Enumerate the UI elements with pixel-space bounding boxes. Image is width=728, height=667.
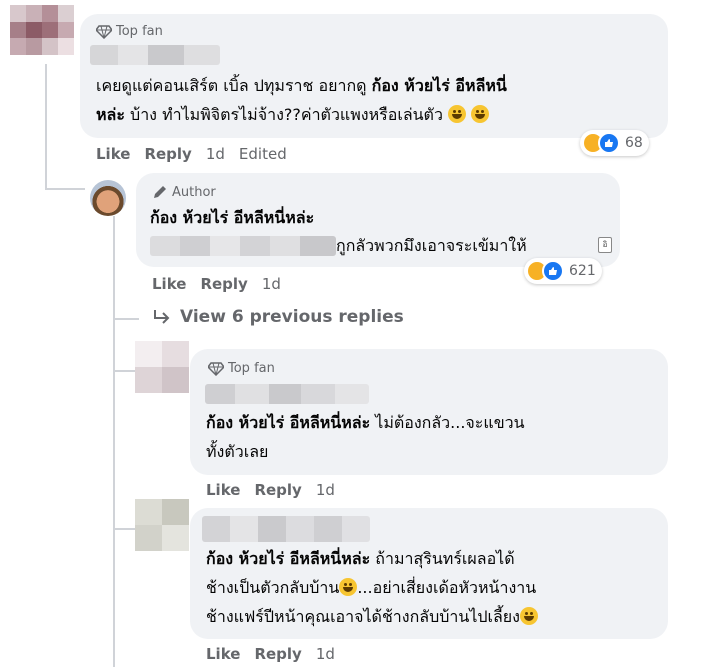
timestamp[interactable]: 1d — [316, 481, 335, 499]
top-fan-badge: Top fan — [96, 24, 163, 39]
diamond-icon — [208, 361, 224, 376]
avatar[interactable] — [135, 341, 189, 393]
thread-line-sub — [113, 216, 115, 667]
comment-text-line-1: เคยดูแต่คอนเสิร์ต เบิ้ล ปทุมราช อยากดู ก… — [96, 76, 507, 95]
like-button[interactable]: Like — [206, 645, 240, 663]
reaction-summary[interactable]: 68 — [580, 130, 649, 156]
like-button[interactable]: Like — [206, 481, 240, 499]
pencil-icon — [154, 186, 166, 198]
thread-line — [45, 64, 47, 189]
mention-link[interactable]: ก้อง ห้วยไร่ อีหลีหนี่หล่ะ — [206, 549, 370, 568]
comment-text-line-3: ช้างแฟร์ปีหน้าคุณเอาจได้ช้างกลับบ้านไปเล… — [206, 603, 538, 630]
comment-actions: Like Reply 1d Edited — [96, 145, 287, 163]
comment-text: กูกลัวพวกมึงเอาจระเข้มาให้ — [336, 236, 527, 255]
comment-text-line-1: ก้อง ห้วยไร่ อีหลีหนี่หล่ะ ไม่ต้องกลัว..… — [206, 413, 525, 432]
avatar[interactable] — [135, 499, 189, 551]
smile-emoji-icon — [519, 607, 538, 625]
reply-arrow-icon — [154, 310, 170, 324]
author-name-blurred[interactable] — [202, 516, 370, 542]
reply-button[interactable]: Reply — [144, 145, 191, 163]
sticker-icon: อิ — [598, 237, 612, 253]
like-button[interactable]: Like — [96, 145, 130, 163]
smile-emoji-icon — [339, 578, 358, 596]
badge-label: Top fan — [228, 361, 275, 376]
comment-text-line-2: หล่ะ บ้าง ทำไมพิจิตรไม่จ้าง??ค่าตัวแพงหร… — [96, 101, 490, 128]
mention-blurred — [150, 236, 336, 256]
mention-link[interactable]: ก้อง ห้วยไร่ อีหลีหนี่หล่ะ — [206, 413, 370, 432]
view-replies-label: View 6 previous replies — [180, 307, 404, 327]
timestamp[interactable]: 1d — [316, 645, 335, 663]
comment-actions: Like Reply 1d — [206, 645, 335, 663]
reaction-count: 621 — [569, 263, 596, 279]
timestamp[interactable]: 1d — [262, 275, 281, 293]
like-button[interactable]: Like — [152, 275, 186, 293]
comment-actions: Like Reply 1d — [206, 481, 335, 499]
reply-button[interactable]: Reply — [254, 481, 301, 499]
comment-actions: Like Reply 1d — [152, 275, 281, 293]
mention-link[interactable]: ก้อง ห้วยไร่ อีหลีหนี่ — [372, 76, 507, 95]
author-avatar[interactable] — [90, 180, 126, 216]
thread-curve-sub-3 — [113, 528, 135, 530]
reaction-summary[interactable]: 621 — [524, 258, 602, 284]
reaction-count: 68 — [625, 135, 643, 151]
author-name-blurred[interactable] — [90, 45, 220, 65]
thread-curve — [45, 188, 85, 190]
comment-text-line-2: ช้างเป็นตัวกลับบ้าน ...อย่าเสี่ยงเด้อหัวห… — [206, 578, 537, 597]
badge-label: Author — [172, 184, 216, 200]
author-name[interactable]: ก้อง ห้วยไร่ อีหลีหนี่หล่ะ — [150, 204, 314, 231]
edited-label: Edited — [238, 145, 287, 163]
badge-label: Top fan — [116, 24, 163, 39]
like-icon — [598, 132, 620, 154]
thread-curve-sub-1 — [113, 318, 139, 320]
author-badge: Author — [152, 184, 216, 200]
avatar[interactable] — [10, 5, 74, 55]
comment-text-line-1: ก้อง ห้วยไร่ อีหลีหนี่หล่ะ ถ้ามาสุรินทร์… — [206, 549, 515, 568]
author-name-blurred[interactable] — [205, 384, 369, 404]
timestamp[interactable]: 1d — [206, 145, 225, 163]
reply-button[interactable]: Reply — [254, 645, 301, 663]
thread-curve-sub-2 — [113, 370, 135, 372]
rolling-laugh-emoji-icon — [448, 105, 467, 123]
reply-button[interactable]: Reply — [200, 275, 247, 293]
view-previous-replies-button[interactable]: View 6 previous replies — [152, 307, 404, 327]
diamond-icon — [96, 24, 112, 39]
top-fan-badge: Top fan — [208, 361, 275, 376]
comment-text-line-2: ทั้งตัวเลย — [206, 442, 269, 461]
smile-emoji-icon — [471, 105, 490, 123]
like-icon — [542, 260, 564, 282]
